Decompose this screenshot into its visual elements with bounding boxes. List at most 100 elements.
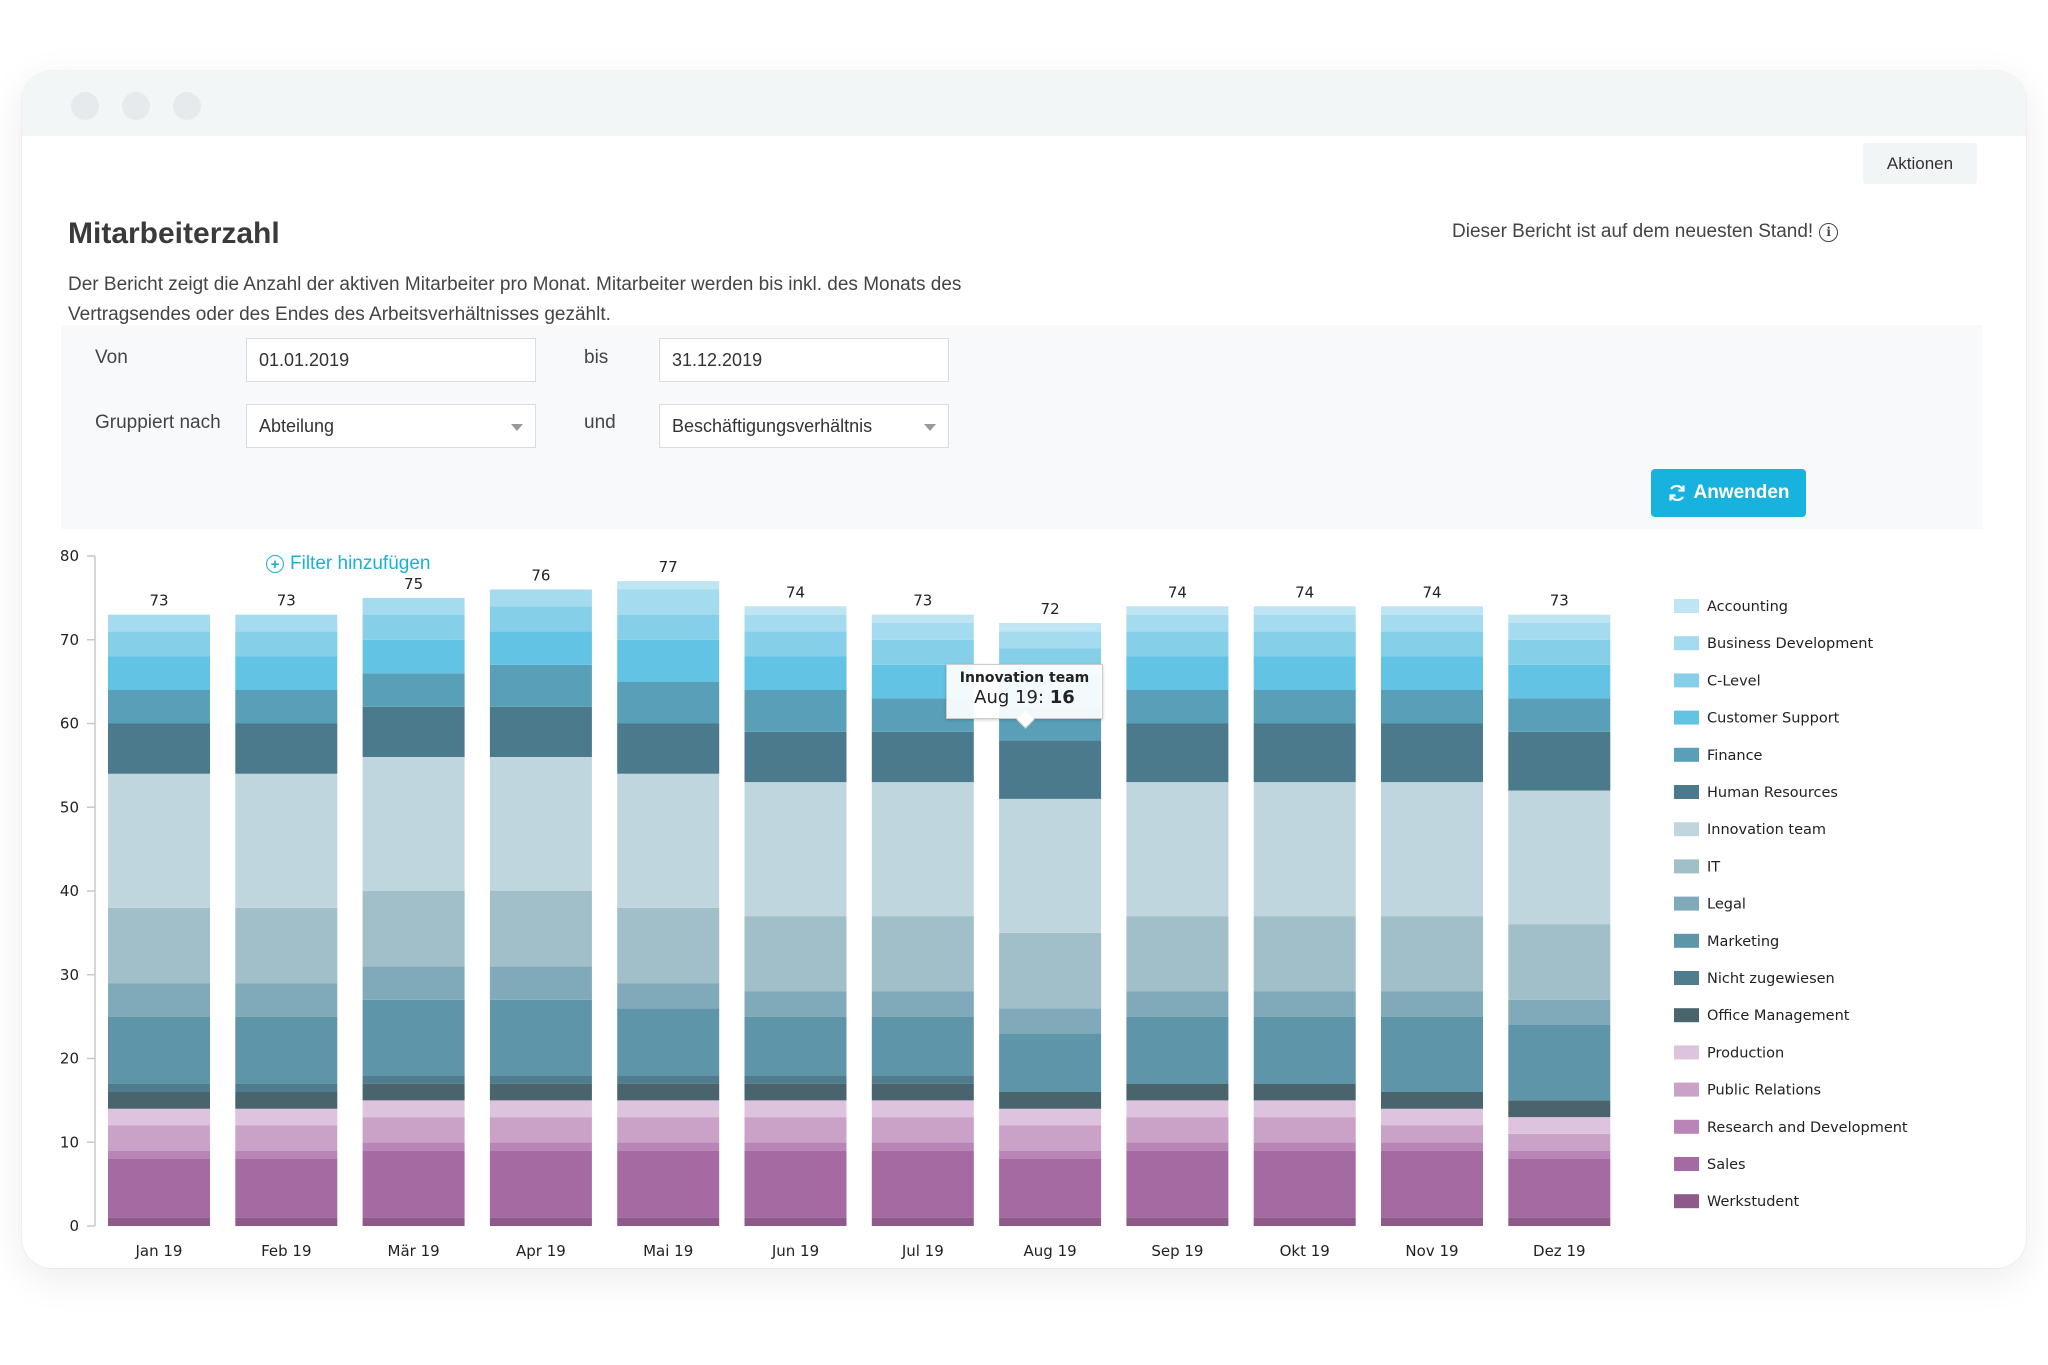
bar-segment-marketing (235, 1016, 338, 1084)
bar-segment-human-resources (744, 731, 847, 783)
bar-segment-legal (235, 983, 338, 1017)
legend-swatch (1674, 933, 1699, 948)
bar-segment-customer-support (235, 656, 338, 690)
legend-label: Office Management (1707, 1008, 1850, 1024)
x-tick-label: Aug 19 (1024, 1242, 1077, 1260)
bar-segment-research-and-development (108, 1150, 210, 1159)
bar-segment-c-level (1508, 639, 1611, 665)
bar-segment-werkstudent (744, 1217, 847, 1226)
bar-segment-public-relations (1253, 1117, 1356, 1143)
bar-segment-sales (617, 1150, 720, 1218)
bar-segment-innovation-team (1508, 790, 1611, 925)
bar-segment-public-relations (235, 1125, 338, 1151)
legend-swatch (1674, 1157, 1699, 1171)
legend-label: Sales (1707, 1157, 1746, 1173)
bar-segment-werkstudent (617, 1217, 720, 1226)
bar-segment-customer-support (617, 639, 720, 682)
bar-segment-werkstudent (235, 1217, 338, 1226)
bar-segment-c-level (489, 606, 592, 632)
bar-segment-public-relations (362, 1117, 465, 1143)
bar-segment-business-development (617, 589, 720, 615)
bar-segment-it (1381, 916, 1483, 992)
bar-segment-finance (744, 690, 847, 732)
bar-segment-production (489, 1100, 592, 1118)
bar-segment-it (362, 891, 465, 967)
bar-segment-it (489, 891, 592, 967)
chart-tooltip: Innovation team Aug 19: 16 (946, 664, 1103, 719)
x-tick-label: Okt 19 (1280, 1242, 1330, 1260)
bar-segment-innovation-team (871, 782, 974, 917)
bar-segment-business-development (999, 631, 1102, 649)
bar-segment-sales (235, 1159, 338, 1218)
bar-segment-public-relations (108, 1125, 210, 1151)
bar-segment-c-level (871, 639, 974, 665)
legend-swatch (1674, 636, 1699, 651)
legend-label: Research and Development (1707, 1120, 1908, 1136)
x-tick-label: Feb 19 (261, 1242, 311, 1260)
bar-segment-nicht-zugewiesen (744, 1075, 847, 1084)
bar-segment-it (108, 907, 210, 984)
bar-segment-production (999, 1108, 1102, 1126)
bar-segment-c-level (617, 614, 720, 640)
legend-swatch (1674, 1082, 1699, 1097)
legend-label: Human Resources (1707, 785, 1838, 801)
bar-segment-innovation-team (744, 782, 847, 917)
bar-segment-werkstudent (999, 1217, 1102, 1226)
bar-segment-it (1126, 916, 1229, 992)
bar-segment-nicht-zugewiesen (108, 1083, 210, 1092)
bar-segment-research-and-development (1381, 1142, 1483, 1151)
legend-swatch (1674, 896, 1699, 911)
bar-total-label: 77 (659, 558, 678, 576)
bar-segment-legal (1126, 991, 1229, 1017)
bar-segment-public-relations (617, 1117, 720, 1143)
bar-segment-marketing (489, 999, 592, 1076)
bar-segment-legal (1508, 999, 1611, 1025)
bar-segment-marketing (1381, 1016, 1483, 1092)
legend-label: Public Relations (1707, 1083, 1821, 1099)
bar-segment-sales (1253, 1150, 1356, 1218)
bar-segment-research-and-development (235, 1150, 338, 1159)
bar-total-label: 76 (531, 567, 550, 585)
bar-segment-finance (489, 664, 592, 707)
bar-segment-office-management (1253, 1083, 1356, 1101)
bar-total-label: 72 (1041, 600, 1060, 618)
bar-segment-public-relations (744, 1117, 847, 1143)
bar-segment-c-level (108, 631, 210, 657)
bar-segment-customer-support (489, 631, 592, 665)
bar-segment-public-relations (489, 1117, 592, 1143)
bar-segment-office-management (999, 1092, 1102, 1109)
bar-segment-production (871, 1100, 974, 1118)
bar-segment-business-development (489, 589, 592, 607)
x-tick-label: Dez 19 (1533, 1242, 1586, 1260)
bar-segment-sales (108, 1159, 210, 1218)
bar-segment-it (235, 907, 338, 984)
bar-segment-finance (235, 690, 338, 724)
bar-segment-innovation-team (999, 798, 1102, 933)
bar-total-label: 73 (1550, 592, 1569, 610)
bar-segment-werkstudent (871, 1217, 974, 1226)
bar-segment-werkstudent (362, 1217, 465, 1226)
bar-segment-marketing (871, 1016, 974, 1076)
bar-segment-innovation-team (362, 757, 465, 891)
bar-segment-accounting (1381, 606, 1483, 615)
bar-segment-finance (1126, 690, 1229, 724)
y-tick-label: 40 (60, 882, 79, 900)
bar-segment-human-resources (1508, 731, 1611, 791)
bar-segment-business-development (744, 614, 847, 632)
bar-segment-sales (744, 1150, 847, 1218)
bar-segment-human-resources (362, 706, 465, 757)
bar-segment-public-relations (1381, 1125, 1483, 1143)
bar-segment-customer-support (108, 656, 210, 690)
bar-segment-office-management (362, 1083, 465, 1101)
bar-segment-legal (1381, 991, 1483, 1017)
bar-segment-public-relations (871, 1117, 974, 1143)
legend-label: Nicht zugewiesen (1707, 971, 1835, 987)
bar-segment-legal (362, 966, 465, 1000)
x-tick-label: Jan 19 (135, 1242, 183, 1260)
bar-segment-public-relations (1508, 1133, 1611, 1151)
y-tick-label: 80 (60, 547, 79, 565)
bar-segment-research-and-development (1126, 1142, 1229, 1151)
tooltip-label: Aug 19: (974, 687, 1045, 708)
bar-segment-legal (108, 983, 210, 1017)
bar-segment-sales (1381, 1150, 1483, 1218)
